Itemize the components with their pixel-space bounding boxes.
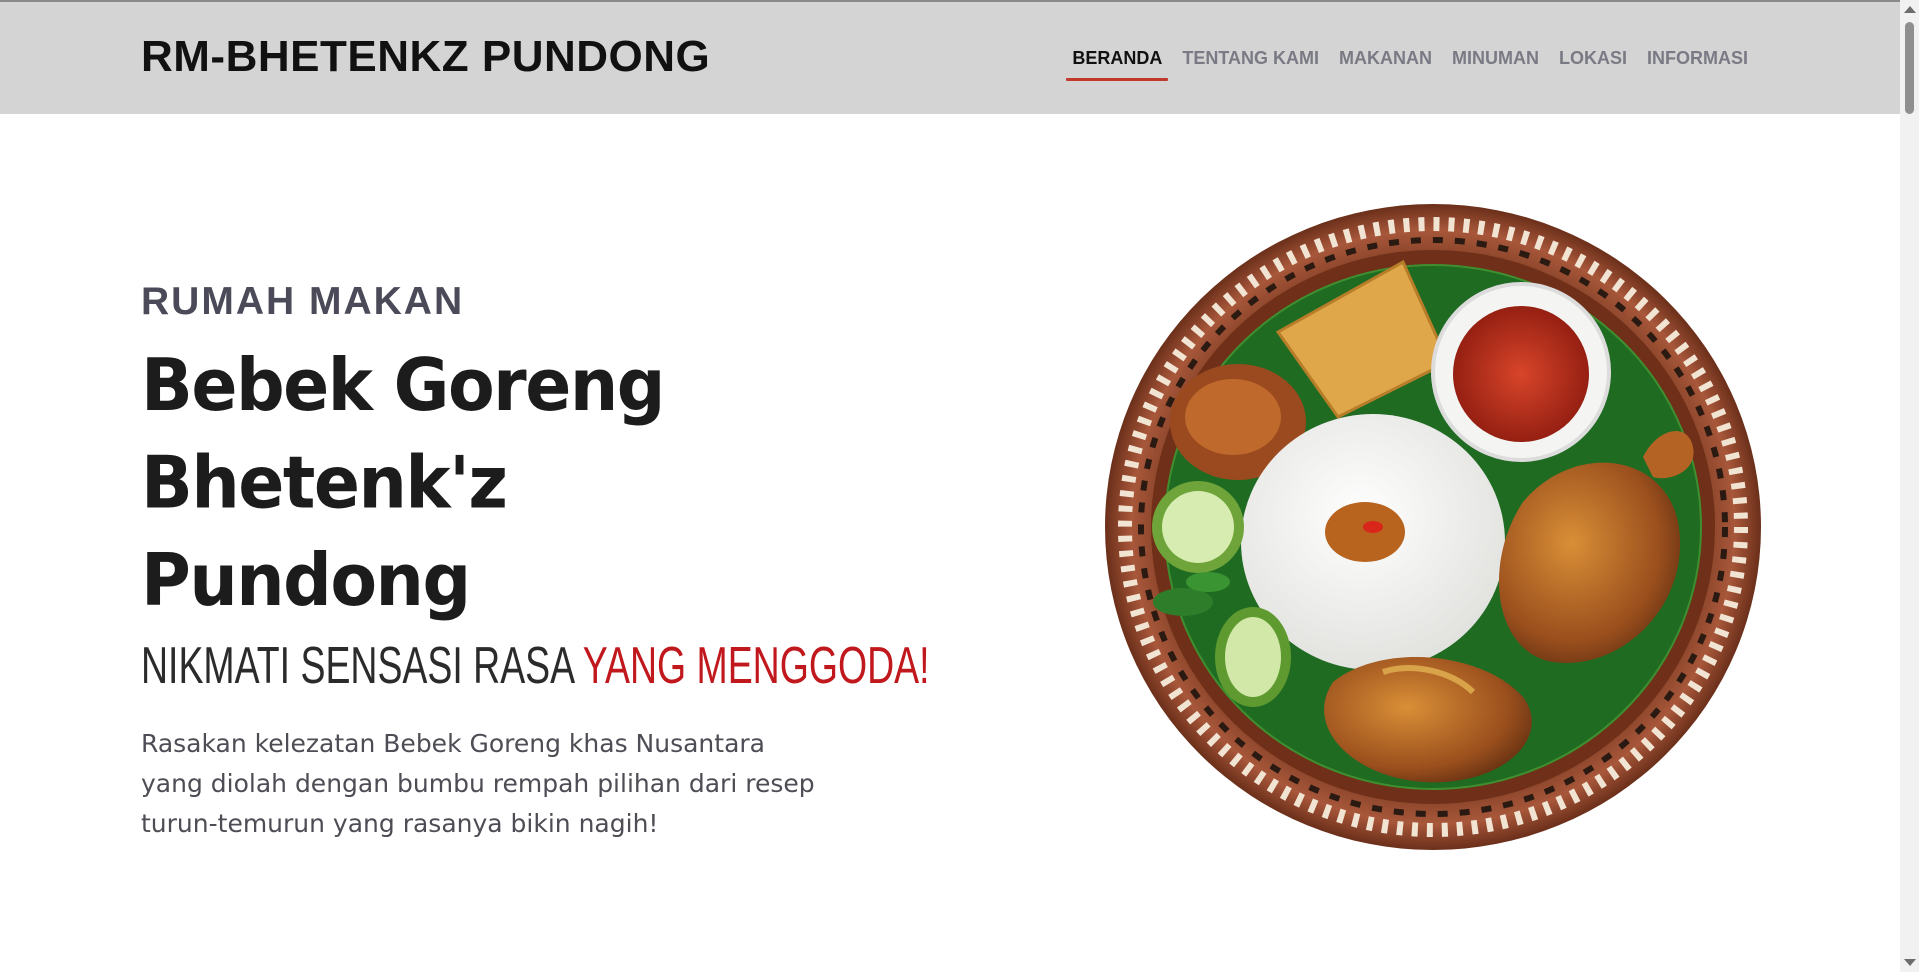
brand-logo-text[interactable]: RM-BHETENKZ PUNDONG (141, 32, 710, 82)
nav-item-informasi[interactable]: INFORMASI (1637, 48, 1758, 81)
hero-title-line1: Bebek Goreng (141, 344, 665, 429)
scroll-down-arrow-icon[interactable] (1904, 959, 1916, 966)
navbar: RM-BHETENKZ PUNDONG BERANDA TENTANG KAMI… (0, 2, 1900, 114)
nav-item-minuman[interactable]: MINUMAN (1442, 48, 1549, 81)
scroll-up-arrow-icon[interactable] (1904, 6, 1916, 13)
nav-item-tentang-kami[interactable]: TENTANG KAMI (1172, 48, 1329, 81)
scroll-thumb[interactable] (1905, 22, 1914, 114)
hero-title: Bebek Goreng Bhetenk'z Pundong (141, 338, 841, 631)
tagline-plain: NIKMATI SENSASI RASA (141, 637, 583, 695)
hero-description: Rasakan kelezatan Bebek Goreng khas Nusa… (141, 729, 815, 838)
hero-eyebrow: RUMAH MAKAN (141, 280, 465, 323)
food-plate-illustration (1105, 204, 1761, 850)
hero-text: RUMAH MAKAN Bebek Goreng Bhetenk'z Pundo… (141, 280, 930, 844)
nav-item-lokasi[interactable]: LOKASI (1549, 48, 1637, 81)
nav-item-makanan[interactable]: MAKANAN (1329, 48, 1442, 81)
nav-item-beranda[interactable]: BERANDA (1062, 48, 1172, 81)
hero-food-image (1103, 202, 1763, 852)
page-scrollbar[interactable] (1900, 0, 1919, 972)
hero-tagline: NIKMATI SENSASI RASA YANG MENGGODA! (141, 636, 930, 696)
tagline-accent: YANG MENGGODA! (582, 637, 930, 695)
main-nav: BERANDA TENTANG KAMI MAKANAN MINUMAN LOK… (1062, 48, 1758, 81)
hero-title-line2: Bhetenk'z Pundong (141, 441, 508, 624)
